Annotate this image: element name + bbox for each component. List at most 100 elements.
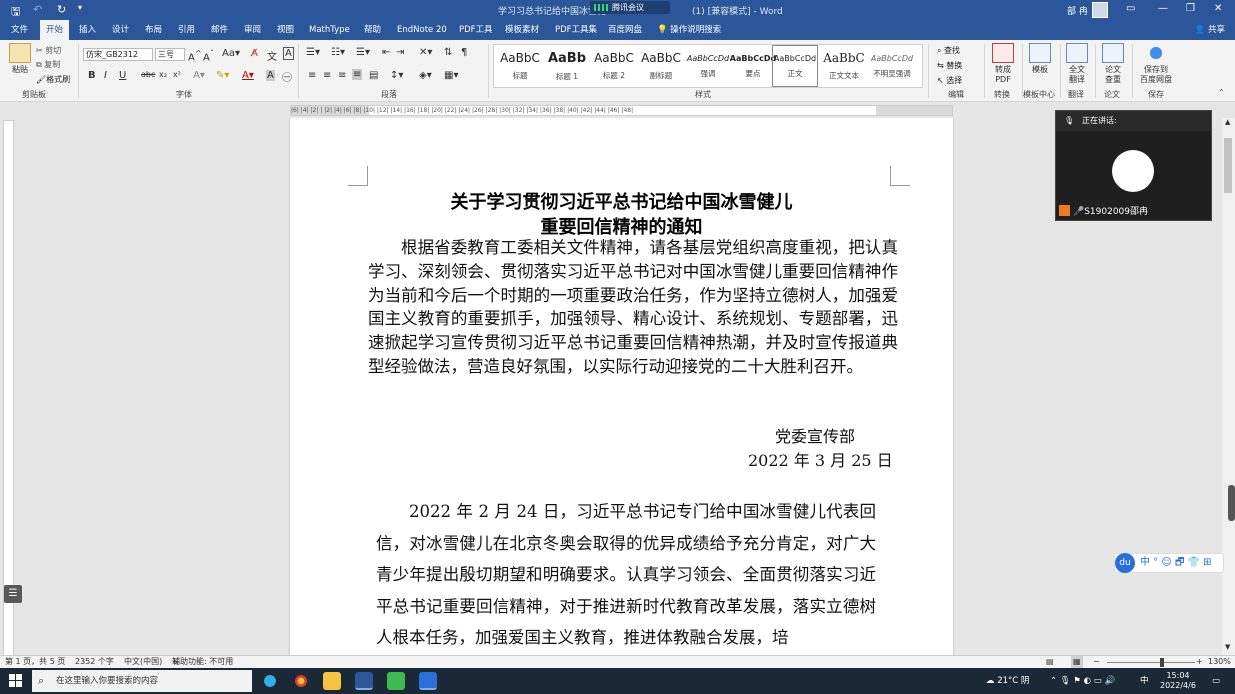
tab-baidu-netdisk[interactable]: 百度网盘: [608, 20, 642, 40]
style-heading-1[interactable]: AaBb 标题 1: [541, 45, 593, 87]
meeting-status-badge[interactable]: 腾讯会议: [590, 1, 670, 14]
template-button[interactable]: 模板: [1027, 43, 1053, 75]
text-effects-icon[interactable]: A▾: [193, 70, 205, 81]
phonetic-guide-icon[interactable]: 文: [267, 48, 277, 63]
language-status[interactable]: 中文(中国): [124, 656, 162, 668]
tray-icons[interactable]: ⌃ 🎙 ⚑ ◐ ▭ 🔊: [1050, 668, 1115, 694]
find-button[interactable]: ⌕ 查找: [937, 45, 960, 56]
paper-check-button[interactable]: 论文 查重: [1100, 43, 1126, 85]
customize-quick-access-icon[interactable]: ▾: [78, 3, 82, 12]
taskbar-search-input[interactable]: ⌕ 在这里输入你要搜索的内容: [32, 670, 252, 692]
bullets-icon[interactable]: ☰▾: [306, 47, 320, 58]
convert-pdf-button[interactable]: 转成 PDF: [988, 43, 1018, 85]
align-left-icon[interactable]: ≡: [308, 70, 316, 81]
underline-icon[interactable]: U: [119, 70, 126, 81]
tab-template-materials[interactable]: 模板素材: [505, 20, 539, 40]
numbering-icon[interactable]: ☷▾: [331, 47, 345, 58]
full-translate-button[interactable]: 全文 翻译: [1064, 43, 1090, 85]
zoom-in-icon[interactable]: +: [1196, 656, 1203, 668]
horizontal-ruler[interactable]: |6| |4| |2| | |2| |4| |6| |8| |10| |12| …: [290, 105, 953, 116]
weather-widget[interactable]: ☁ 21°C 阴: [986, 668, 1029, 694]
align-center-icon[interactable]: ≡: [323, 70, 331, 81]
vertical-ruler[interactable]: [3, 120, 14, 660]
tab-references[interactable]: 引用: [178, 20, 195, 40]
baidu-ime-icon[interactable]: du: [1115, 553, 1135, 573]
word-count[interactable]: 2352 个字: [75, 656, 114, 668]
char-shading-icon[interactable]: A: [266, 70, 275, 81]
style-heading-2[interactable]: AaBbC 标题 2: [588, 45, 640, 87]
tab-design[interactable]: 设计: [112, 20, 129, 40]
ribbon-display-icon[interactable]: ▭: [1126, 3, 1135, 14]
tab-layout[interactable]: 布局: [145, 20, 162, 40]
tab-pdf-toolset[interactable]: PDF工具集: [555, 20, 597, 40]
font-name-select[interactable]: 仿宋_GB2312: [83, 48, 153, 61]
user-avatar[interactable]: [1092, 2, 1108, 18]
style-subtitle[interactable]: AaBbC 副标题: [635, 45, 687, 87]
font-color-icon[interactable]: A▾: [242, 70, 254, 81]
multilevel-list-icon[interactable]: ☰▾: [356, 47, 370, 58]
char-border-icon[interactable]: A: [283, 47, 294, 60]
replace-button[interactable]: ⇆ 替换: [937, 60, 962, 71]
tab-home[interactable]: 开始: [40, 20, 70, 40]
tab-pdf-tools[interactable]: PDF工具: [459, 20, 493, 40]
show-marks-icon[interactable]: ¶: [461, 47, 467, 58]
justify-icon[interactable]: ≡: [352, 69, 363, 80]
tab-view[interactable]: 视图: [277, 20, 294, 40]
tab-help[interactable]: 帮助: [364, 20, 381, 40]
undo-icon[interactable]: ↶: [33, 3, 42, 16]
chinese-layout-icon[interactable]: ✕▾: [419, 47, 432, 58]
zoom-level[interactable]: 130%: [1208, 656, 1231, 668]
cut-button[interactable]: ✂ 剪切: [36, 45, 61, 56]
style-normal[interactable]: AaBbCcDd 正文: [772, 45, 818, 87]
word-icon[interactable]: [355, 672, 373, 690]
italic-icon[interactable]: I: [104, 70, 107, 81]
vertical-scrollbar[interactable]: ▲ ▼: [1222, 118, 1235, 655]
zoom-slider[interactable]: [1107, 662, 1195, 663]
tell-me-search[interactable]: 💡 操作说明搜索: [657, 20, 721, 40]
redo-icon[interactable]: ↻: [57, 3, 66, 16]
minimize-icon[interactable]: —: [1158, 3, 1168, 14]
system-clock[interactable]: 15:04 2022/4/6: [1160, 671, 1196, 691]
change-case-icon[interactable]: Aa▾: [222, 48, 240, 59]
tab-endnote[interactable]: EndNote 20: [397, 20, 447, 40]
borders-icon[interactable]: ▦▾: [444, 70, 458, 81]
file-explorer-icon[interactable]: [323, 672, 341, 690]
font-size-select[interactable]: 三号: [155, 48, 185, 61]
paste-button[interactable]: 粘贴: [8, 43, 32, 75]
scrollbar-thumb[interactable]: [1224, 138, 1232, 193]
windows-start-icon[interactable]: [9, 674, 22, 687]
side-handle[interactable]: [1228, 485, 1235, 521]
chrome-icon[interactable]: [292, 672, 310, 690]
scroll-up-icon[interactable]: ▲: [1225, 118, 1230, 126]
superscript-icon[interactable]: x²: [173, 70, 181, 79]
ime-toolbar[interactable]: du 中 ° ☺ 🗗 👕 ⊞: [1114, 553, 1224, 573]
print-layout-icon[interactable]: ▦: [1071, 656, 1083, 668]
navigation-pane-button[interactable]: ☰: [4, 585, 22, 603]
restore-icon[interactable]: ❐: [1186, 3, 1195, 14]
select-button[interactable]: ↖ 选择: [937, 75, 962, 86]
tab-file[interactable]: 文件: [11, 20, 28, 40]
zoom-out-icon[interactable]: −: [1093, 656, 1100, 668]
decrease-indent-icon[interactable]: ⇤: [382, 47, 390, 58]
style-subtle-emphasis[interactable]: AaBbCcDd 不明显强调: [868, 45, 916, 87]
bold-icon[interactable]: B: [88, 70, 96, 81]
style-body-text[interactable]: AaBbC 正文文本: [820, 45, 868, 87]
meeting-video-panel[interactable]: 🎙 正在讲话: 🎤S1902009邵冉: [1055, 110, 1212, 221]
page-count[interactable]: 第 1 页，共 5 页: [5, 656, 65, 668]
sort-icon[interactable]: ⇅: [444, 47, 452, 58]
notification-icon[interactable]: ▭: [1212, 668, 1220, 694]
ime-indicator[interactable]: 中: [1140, 668, 1149, 694]
read-mode-icon[interactable]: ▤: [1046, 656, 1054, 668]
style-title[interactable]: AaBbC 标题: [494, 45, 546, 87]
clear-format-icon[interactable]: A̸: [251, 48, 258, 59]
scroll-down-icon[interactable]: ▼: [1225, 643, 1230, 651]
document-page[interactable]: 关于学习贯彻习近平总书记给中国冰雪健儿 重要回信精神的通知 根据省委教育工委相关…: [290, 118, 953, 655]
enclose-char-icon[interactable]: ㊀: [282, 69, 292, 84]
format-painter-button[interactable]: 🖌格式刷: [36, 74, 70, 85]
distributed-icon[interactable]: ▤: [369, 70, 378, 81]
grow-font-icon[interactable]: A^: [188, 48, 202, 63]
close-icon[interactable]: ✕: [1214, 3, 1222, 14]
shading-icon[interactable]: ◈▾: [419, 70, 432, 81]
collapse-ribbon-icon[interactable]: ⌃: [1218, 88, 1225, 97]
tab-insert[interactable]: 插入: [79, 20, 96, 40]
